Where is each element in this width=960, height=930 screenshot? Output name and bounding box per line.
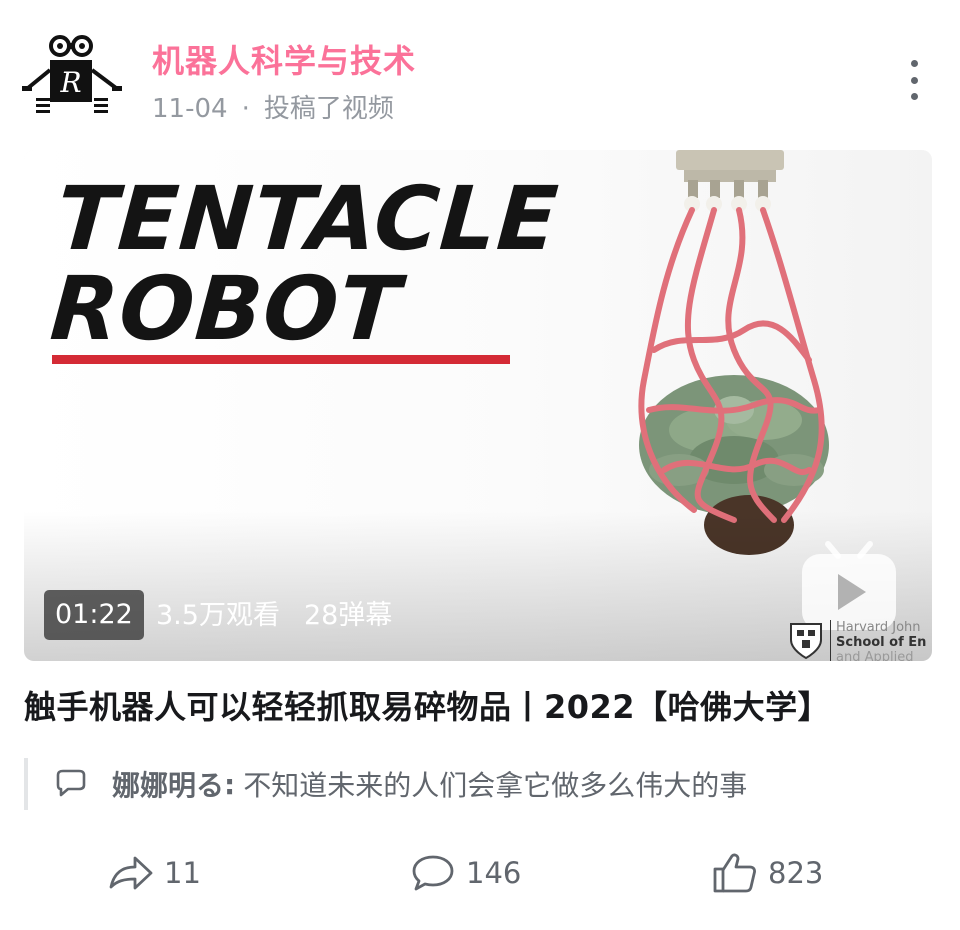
thumbnail-text-line1: TENTACLE <box>53 167 562 270</box>
watermark-line3: and Applied <box>836 650 914 661</box>
video-duration: 01:22 <box>44 590 144 640</box>
svg-text:R: R <box>59 66 81 99</box>
comment-text: 不知道未来的人们会拿它做多么伟大的事 <box>243 769 748 802</box>
robot-logo-icon: R <box>22 35 122 113</box>
share-button[interactable]: 11 <box>108 848 201 898</box>
thumbnail-text-line2: ROBOT <box>47 257 404 360</box>
comment-count: 146 <box>466 856 522 890</box>
post-meta: 11-04 · 投稿了视频 <box>152 88 394 125</box>
post-action: 投稿了视频 <box>263 94 394 124</box>
video-title[interactable]: 触手机器人可以轻轻抓取易碎物品丨2022【哈佛大学】 <box>24 682 830 728</box>
author-avatar[interactable]: R <box>20 32 124 118</box>
harvard-shield-icon <box>790 623 822 660</box>
comment-button[interactable]: 146 <box>410 848 521 898</box>
view-count: 3.5万观看 <box>156 600 280 631</box>
video-thumbnail[interactable]: TENTACLE ROBOT 01:22 3.5万观看 28弹幕 Harvard… <box>24 150 932 661</box>
meta-separator: · <box>241 94 250 124</box>
share-count: 11 <box>164 856 201 890</box>
thumbnail-watermark: Harvard John School of En and Applied <box>788 620 932 661</box>
watermark-line2: School of En <box>836 635 927 650</box>
top-comment[interactable]: 娜娜明る: 不知道未来的人们会拿它做多么伟大的事 <box>24 758 747 810</box>
like-button[interactable]: 823 <box>712 848 823 898</box>
video-stats: 3.5万观看 28弹幕 <box>156 596 416 636</box>
thumbs-up-icon <box>713 853 756 893</box>
post-date: 11-04 <box>152 94 228 124</box>
watermark-line1: Harvard John <box>836 620 921 635</box>
comment-icon <box>412 855 454 891</box>
comment-user[interactable]: 娜娜明る <box>112 764 224 804</box>
danmaku-count: 28弹幕 <box>303 600 393 631</box>
comment-bubble-icon <box>56 769 86 797</box>
author-name[interactable]: 机器人科学与技术 <box>152 36 416 82</box>
action-bar: 11 146 823 <box>0 848 960 898</box>
comment-colon: : <box>224 767 236 801</box>
like-count: 823 <box>768 856 824 890</box>
more-vertical-icon[interactable] <box>908 60 920 100</box>
share-icon <box>109 856 153 890</box>
thumbnail-underline <box>52 355 510 364</box>
thumbnail-headline: TENTACLE ROBOT <box>47 167 562 360</box>
